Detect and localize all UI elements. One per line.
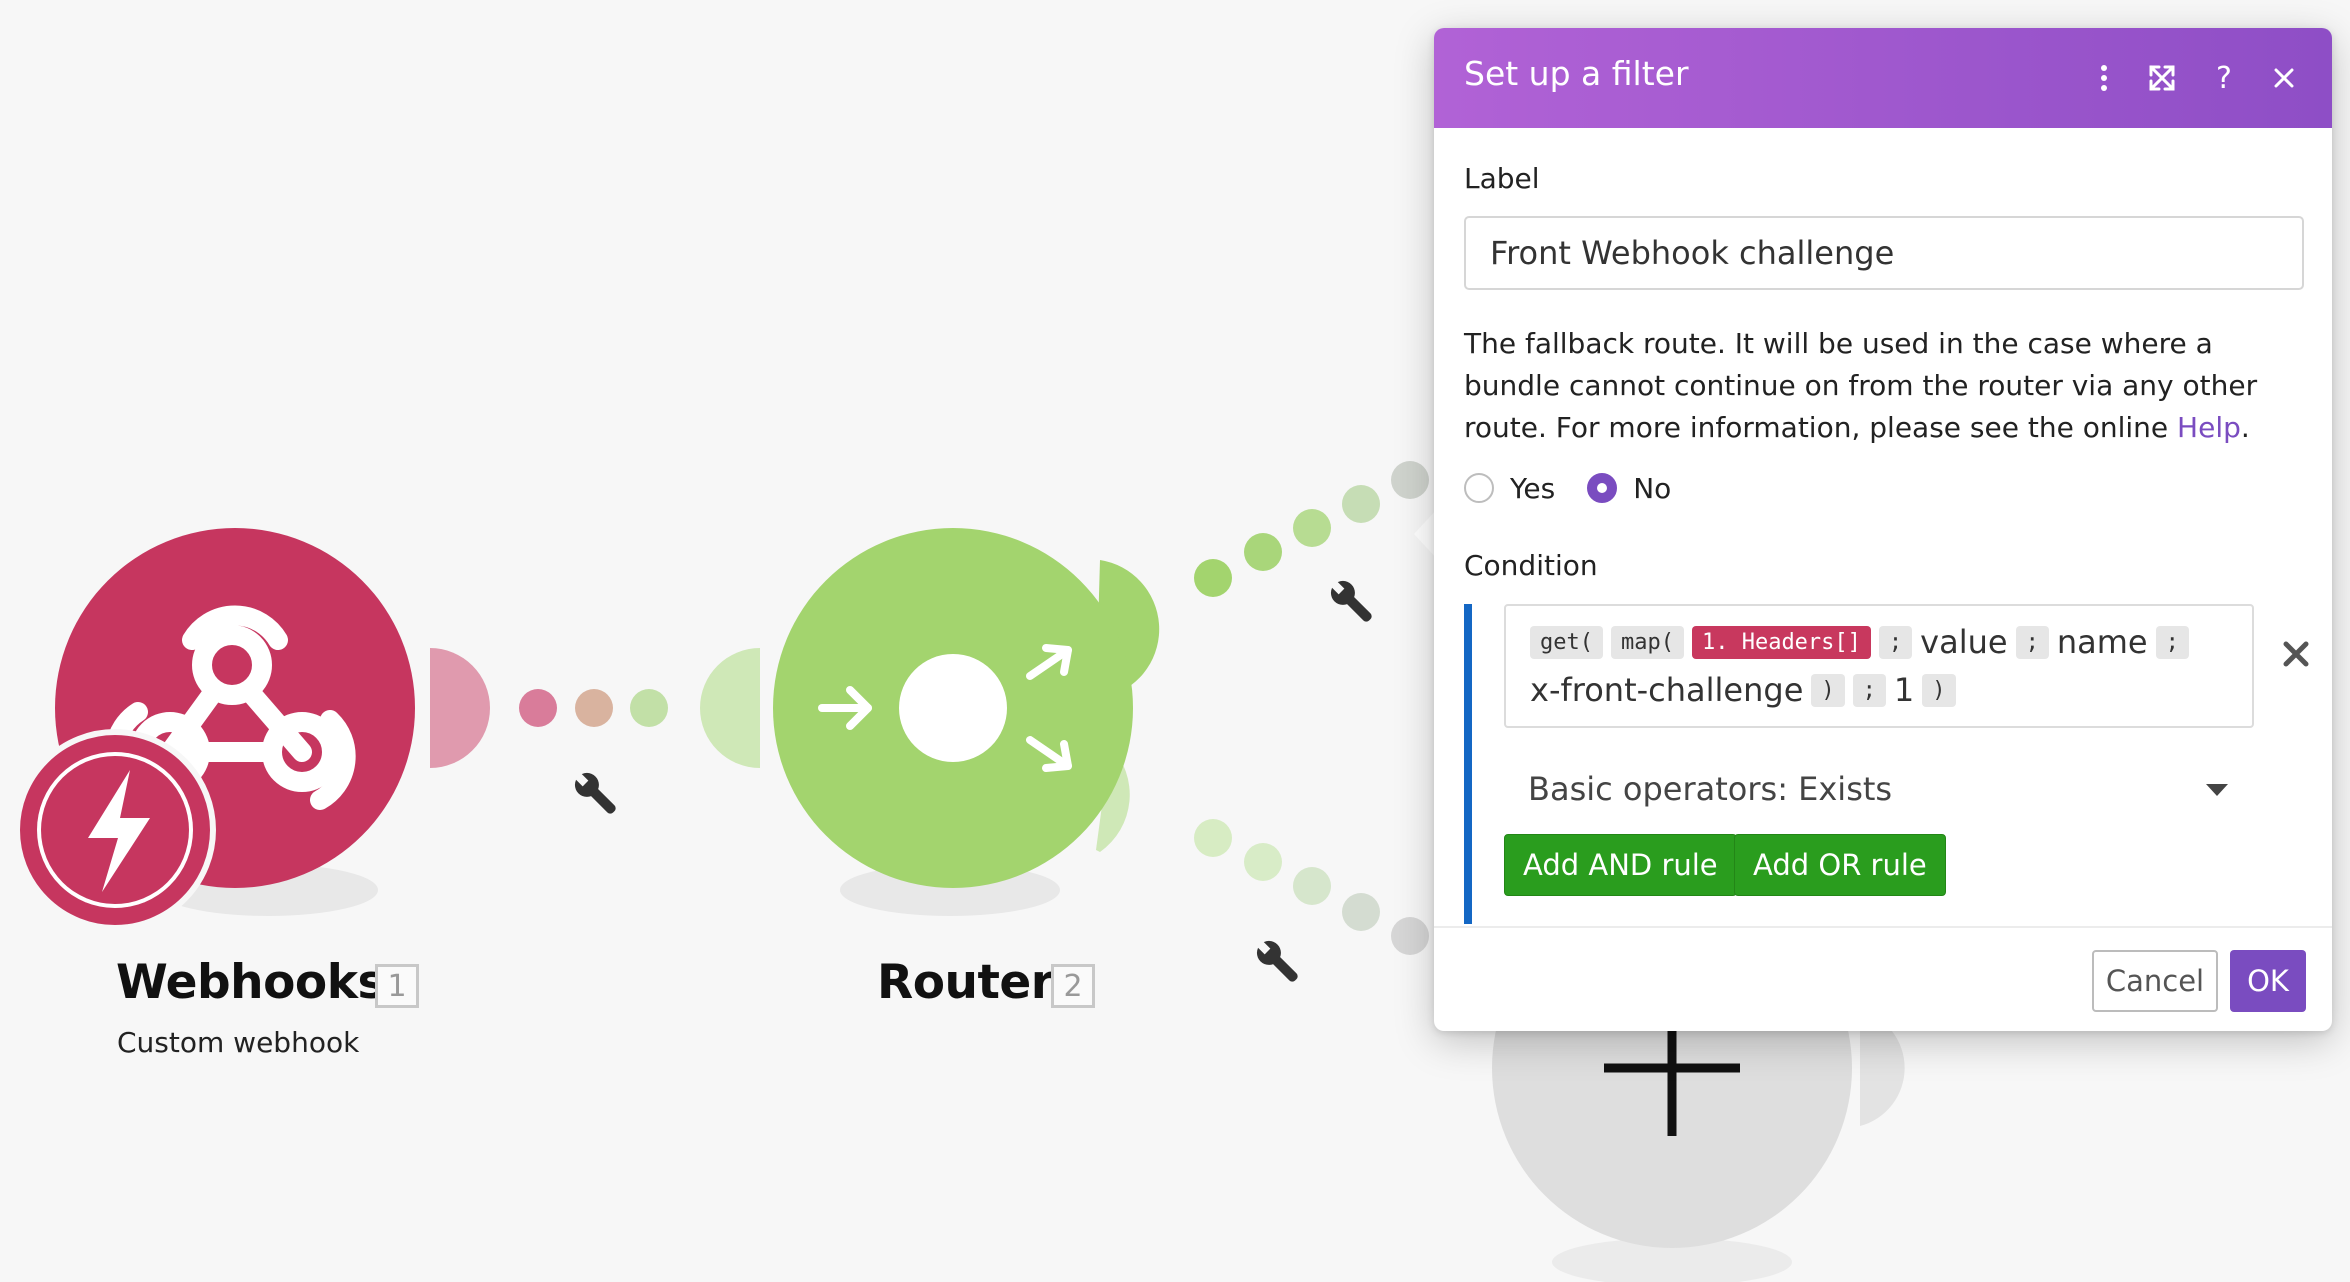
function-token: ;: [1878, 625, 1913, 659]
footer-divider: [1434, 926, 2332, 928]
help-link[interactable]: Help: [2177, 411, 2241, 444]
label-input[interactable]: [1464, 216, 2304, 290]
fallback-no-option[interactable]: No: [1587, 472, 1671, 505]
more-vertical-icon[interactable]: [2082, 52, 2126, 104]
router-module-title: Router: [877, 955, 1054, 1010]
wrench-icon[interactable]: [567, 765, 622, 820]
mapped-variable-pill[interactable]: 1. Headers[]: [1691, 625, 1871, 659]
dialog-title: Set up a filter: [1464, 54, 1689, 93]
cancel-button[interactable]: Cancel: [2092, 950, 2218, 1012]
condition-expression-input[interactable]: get(map(1. Headers[]; value; name; x-front…: [1504, 604, 2254, 728]
webhooks-module[interactable]: [14, 528, 415, 931]
condition-label: Condition: [1464, 549, 1598, 582]
webhooks-module-badge: 1: [375, 964, 419, 1008]
fallback-yes-radio[interactable]: [1464, 473, 1494, 503]
help-icon[interactable]: ?: [2202, 52, 2246, 104]
wrench-icon[interactable]: [1323, 573, 1378, 628]
operator-value: Basic operators: Exists: [1528, 770, 1893, 808]
router-module-badge: 2: [1051, 964, 1095, 1008]
fallback-no-radio[interactable]: [1587, 473, 1618, 503]
router-connector-in[interactable]: [700, 648, 760, 768]
expand-icon[interactable]: [2140, 52, 2184, 104]
function-token: ): [1811, 673, 1845, 707]
operator-select[interactable]: Basic operators: Exists: [1504, 758, 2254, 820]
fallback-no-label: No: [1633, 471, 1672, 505]
router-module[interactable]: [773, 528, 1133, 888]
webhook-connector-out[interactable]: [430, 648, 490, 768]
wrench-icon[interactable]: [1249, 933, 1304, 988]
condition-line-2: x-front-challenge); 1): [1530, 666, 2228, 714]
function-token: ;: [2015, 625, 2049, 659]
function-token: ): [1922, 673, 1956, 707]
add-or-rule-button[interactable]: Add OR rule: [1734, 834, 1946, 896]
ok-button[interactable]: OK: [2230, 950, 2306, 1012]
expression-text: value: [1920, 623, 2008, 661]
link-dots-upper[interactable]: [1194, 461, 1429, 597]
function-token: get(: [1530, 625, 1603, 659]
help-suffix: .: [2240, 411, 2250, 444]
expression-text: x-front-challenge: [1530, 671, 1804, 709]
expression-text: name: [2056, 623, 2148, 661]
function-token: ;: [2155, 625, 2189, 659]
close-icon[interactable]: [2262, 52, 2306, 104]
expression-text: 1: [1893, 671, 1915, 709]
fallback-radio-group: Yes No: [1464, 468, 1703, 508]
webhooks-module-subtitle: Custom webhook: [117, 1026, 360, 1059]
fallback-help-text: The fallback route. It will be used in t…: [1464, 323, 2304, 449]
filter-dialog: Set up a filter ? Label The fallback rou…: [1434, 28, 2332, 1031]
lightning-icon: [14, 729, 216, 931]
fallback-help-body: The fallback route. It will be used in t…: [1464, 327, 2258, 444]
chevron-down-icon: [2206, 784, 2228, 796]
condition-group-bar: [1464, 604, 1472, 924]
condition-line-1: get(map(1. Headers[]; value; name;: [1530, 618, 2228, 666]
link-dots-1[interactable]: [519, 689, 668, 727]
fallback-yes-label: Yes: [1510, 471, 1556, 505]
add-and-rule-button[interactable]: Add AND rule: [1504, 834, 1737, 896]
webhooks-module-title: Webhooks: [116, 955, 385, 1010]
fallback-yes-option[interactable]: Yes: [1464, 472, 1555, 505]
link-dots-lower[interactable]: [1194, 819, 1429, 955]
remove-condition-icon[interactable]: [2276, 634, 2316, 674]
function-token: ;: [1852, 673, 1886, 707]
label-field-label: Label: [1464, 162, 1540, 195]
function-token: map(: [1610, 625, 1684, 659]
dialog-header: Set up a filter ?: [1434, 28, 2332, 128]
